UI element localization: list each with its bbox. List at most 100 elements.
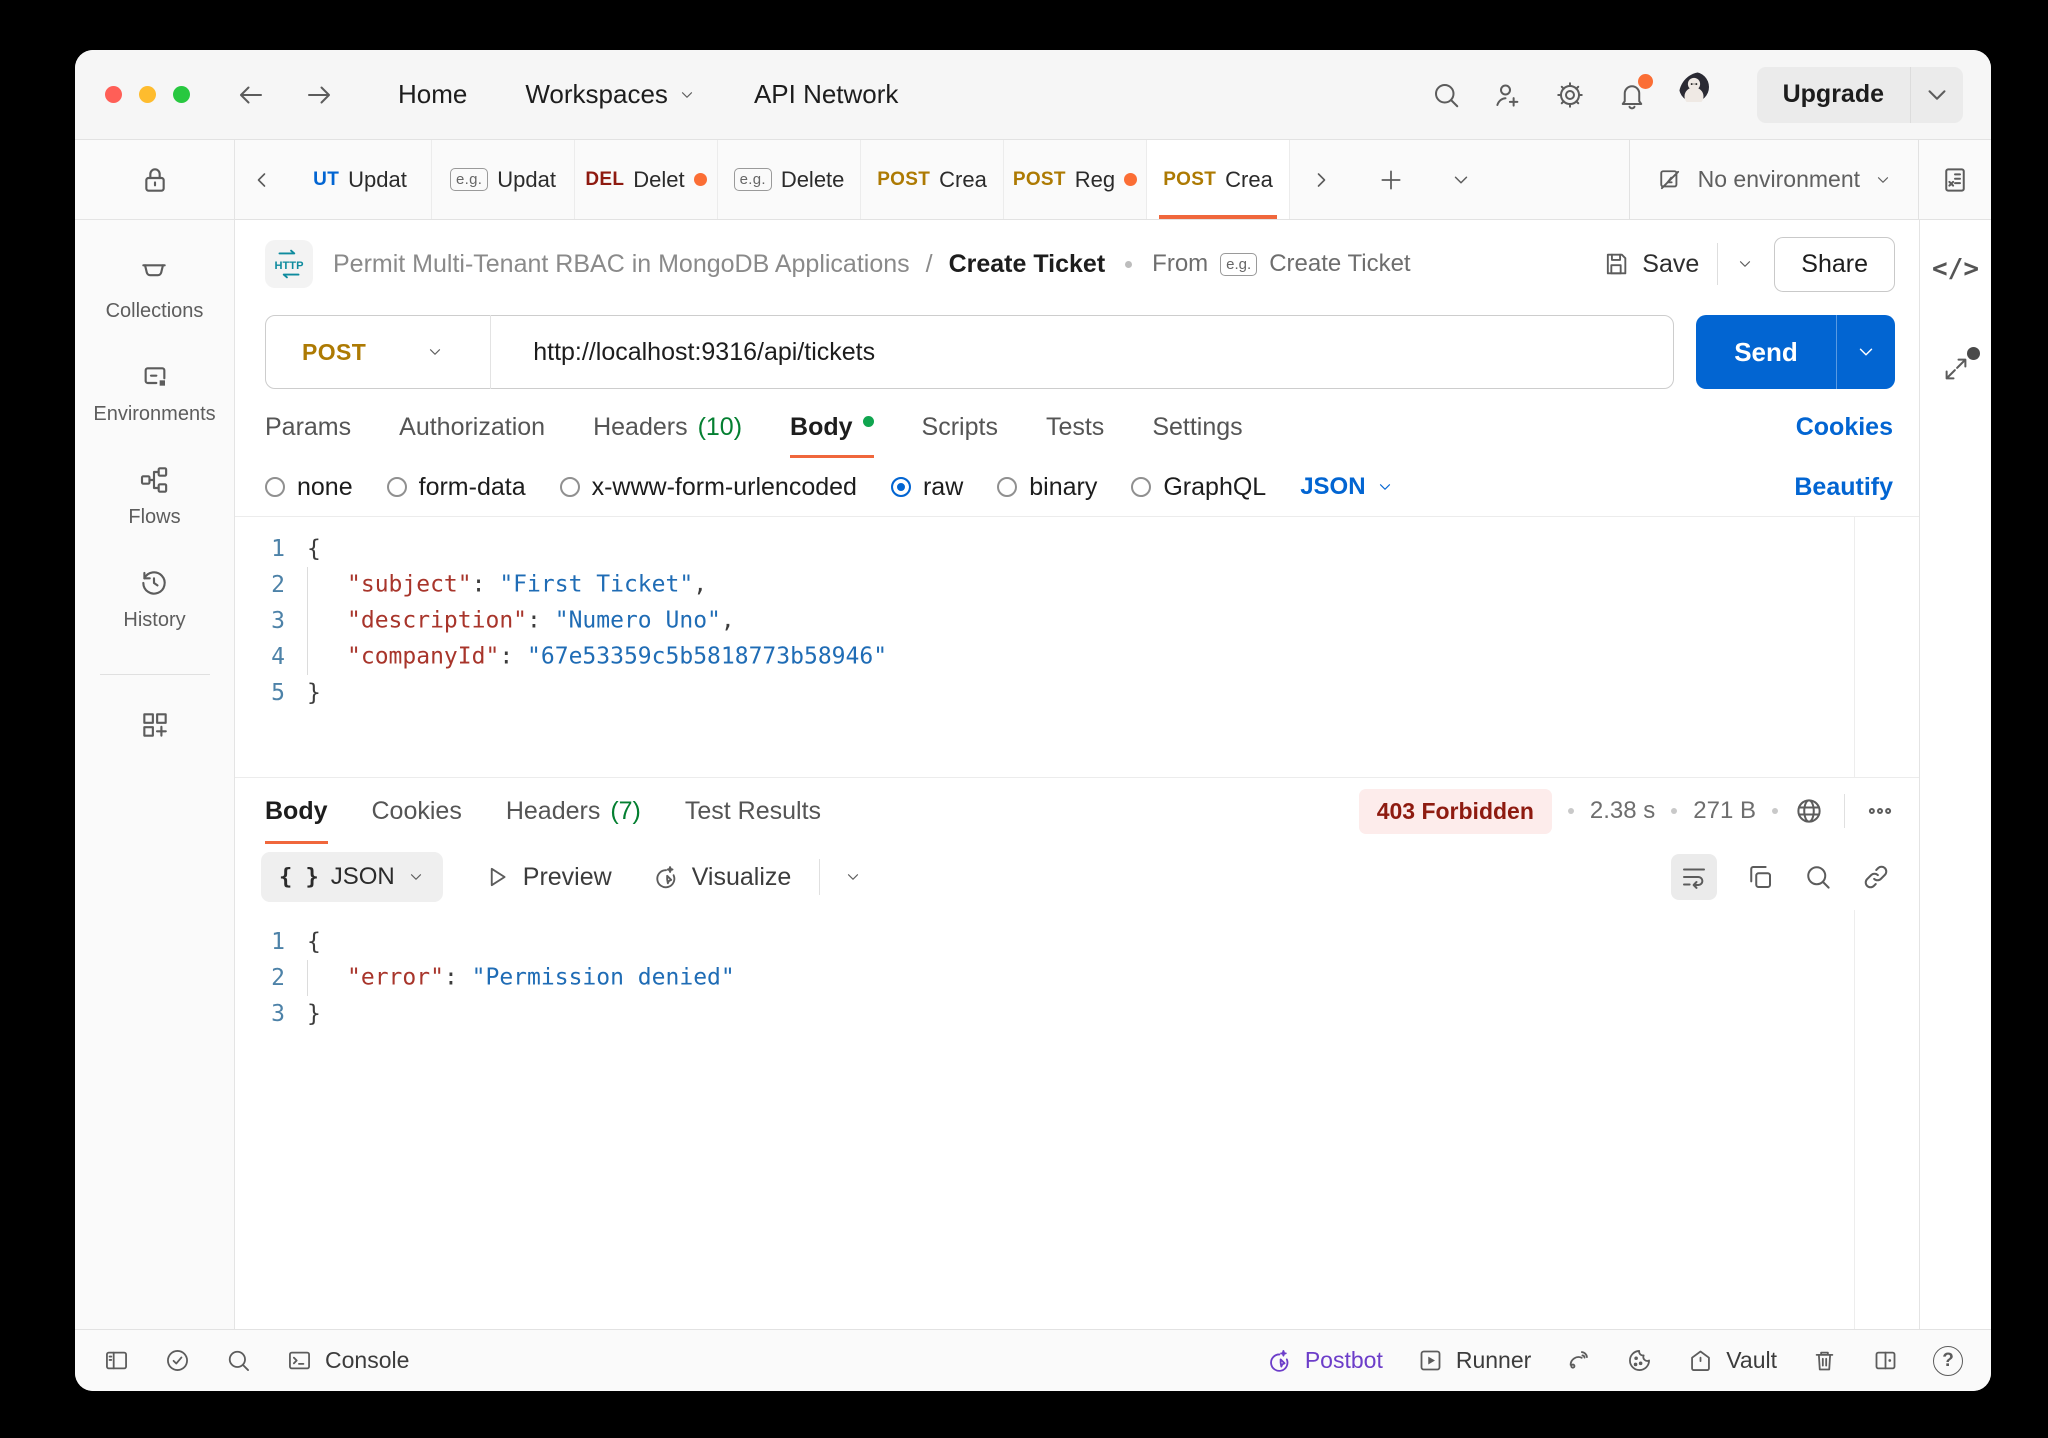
upgrade-dropdown-icon[interactable] (1911, 80, 1963, 110)
response-body-editor[interactable]: 1{2 "error": "Permission denied" 3} (235, 910, 1919, 1329)
cookies-link[interactable]: Cookies (1796, 413, 1893, 442)
zoom-window-button[interactable] (173, 86, 190, 103)
vault-button[interactable]: Vault (1687, 1347, 1777, 1374)
breadcrumb-request-name[interactable]: Create Ticket (949, 250, 1106, 279)
radio-binary[interactable]: binary (997, 473, 1097, 502)
response-headers-count: (7) (610, 796, 641, 825)
response-time: 2.38 s (1589, 797, 1656, 824)
tab-response-cookies[interactable]: Cookies (372, 778, 462, 844)
toggle-sidebar-icon[interactable] (103, 1347, 130, 1374)
checklist-icon[interactable] (164, 1347, 191, 1374)
breadcrumb-collection[interactable]: Permit Multi-Tenant RBAC in MongoDB Appl… (333, 250, 910, 279)
tabs-scroll-left-icon[interactable] (235, 140, 289, 219)
code-snippet-icon[interactable]: </> (1932, 254, 1979, 284)
save-dropdown-icon[interactable] (1736, 255, 1754, 273)
request-tab-active[interactable]: POST Crea (1147, 140, 1290, 219)
capture-requests-icon[interactable] (1565, 1347, 1592, 1374)
visualize-button[interactable]: Visualize (652, 863, 791, 892)
wrap-lines-icon[interactable] (1671, 854, 1717, 900)
tab-tests[interactable]: Tests (1046, 396, 1104, 458)
radio-raw[interactable]: raw (890, 473, 963, 502)
help-icon[interactable]: ? (1933, 1345, 1963, 1376)
send-button[interactable]: Send (1696, 315, 1895, 389)
preview-button[interactable]: Preview (483, 863, 612, 892)
runner-button[interactable]: Runner (1417, 1347, 1531, 1374)
environment-selector[interactable]: No environment (1630, 140, 1918, 219)
notifications-bell-icon[interactable] (1617, 73, 1653, 110)
tab-params[interactable]: Params (265, 396, 351, 458)
copy-icon[interactable] (1745, 862, 1775, 892)
trash-icon[interactable] (1811, 1347, 1838, 1374)
expand-panel-icon[interactable] (1941, 347, 1980, 384)
code-line: 1{ (235, 924, 1919, 960)
back-arrow-icon[interactable] (236, 80, 266, 110)
tab-headers[interactable]: Headers (10) (593, 396, 742, 458)
search-icon[interactable] (1431, 80, 1461, 110)
tab-test-results[interactable]: Test Results (685, 778, 821, 844)
send-dropdown-icon[interactable] (1837, 315, 1895, 389)
lock-icon[interactable] (139, 164, 171, 196)
status-badge[interactable]: 403 Forbidden (1358, 788, 1552, 834)
response-format-selector[interactable]: { } JSON (261, 852, 443, 902)
invite-user-icon[interactable] (1493, 80, 1523, 110)
cookies-icon[interactable] (1626, 1347, 1653, 1374)
url-field[interactable]: POST http://localhost:9316/api/tickets (265, 315, 1674, 389)
network-globe-icon[interactable] (1794, 796, 1824, 826)
request-tab[interactable]: UT Updat (289, 140, 432, 219)
request-body-editor[interactable]: 1{2 "subject": "First Ticket", 3 "descripti… (235, 516, 1919, 778)
breadcrumb-separator: / (925, 249, 933, 278)
response-more-options-icon[interactable] (1865, 796, 1895, 826)
tab-authorization[interactable]: Authorization (399, 396, 545, 458)
postbot-button[interactable]: Postbot (1266, 1347, 1383, 1374)
link-icon[interactable] (1861, 862, 1891, 892)
upgrade-button[interactable]: Upgrade (1756, 66, 1963, 123)
radio-x-www-form-urlencoded[interactable]: x-www-form-urlencoded (559, 473, 857, 502)
method-selector[interactable]: POST (302, 339, 366, 366)
split-panes-icon[interactable] (1872, 1347, 1899, 1374)
sidebar-item-collections[interactable]: Collections (106, 258, 203, 323)
console-button[interactable]: Console (286, 1347, 409, 1374)
line-number: 5 (271, 680, 285, 706)
language-selector[interactable]: JSON (1300, 473, 1393, 501)
method-dropdown-icon[interactable] (426, 343, 444, 361)
request-tab[interactable]: POST Crea (861, 140, 1004, 219)
beautify-link[interactable]: Beautify (1794, 473, 1893, 502)
tab-response-headers[interactable]: Headers (7) (506, 778, 641, 844)
radio-icon (386, 477, 407, 497)
new-tab-icon[interactable] (1360, 167, 1422, 193)
environment-quick-look-icon[interactable] (1919, 140, 1991, 219)
tab-body[interactable]: Body (790, 396, 874, 458)
tabs-scroll-right-icon[interactable] (1290, 168, 1352, 192)
svg-text:HTTP: HTTP (274, 260, 304, 272)
nav-home[interactable]: Home (398, 79, 467, 110)
tab-scripts[interactable]: Scripts (922, 396, 998, 458)
nav-api-network[interactable]: API Network (754, 79, 899, 110)
search-response-icon[interactable] (1803, 862, 1833, 892)
response-view-dropdown-icon[interactable] (844, 868, 862, 886)
forward-arrow-icon[interactable] (304, 80, 334, 110)
url-input[interactable]: http://localhost:9316/api/tickets (533, 338, 875, 367)
close-window-button[interactable] (105, 86, 122, 103)
radio-graphql[interactable]: GraphQL (1131, 473, 1266, 502)
radio-form-data[interactable]: form-data (386, 473, 526, 502)
sidebar-item-history[interactable]: History (123, 567, 186, 632)
request-tab[interactable]: e.g. Delete (718, 140, 861, 219)
request-tab[interactable]: e.g. Updat (432, 140, 575, 219)
request-tab[interactable]: POST Reg (1004, 140, 1147, 219)
radio-none[interactable]: none (265, 473, 353, 502)
nav-workspaces[interactable]: Workspaces (525, 79, 696, 110)
tab-settings[interactable]: Settings (1152, 396, 1242, 458)
avatar[interactable] (1678, 71, 1725, 118)
request-tab[interactable]: DEL Delet (575, 140, 718, 219)
sidebar-add-module-button[interactable] (139, 709, 171, 741)
sidebar-item-environments[interactable]: Environments (93, 361, 216, 426)
find-icon[interactable] (225, 1347, 252, 1374)
settings-gear-icon[interactable] (1555, 80, 1585, 110)
save-button[interactable]: Save (1602, 250, 1699, 279)
minimize-window-button[interactable] (139, 86, 156, 103)
share-button[interactable]: Share (1774, 236, 1895, 292)
sidebar-item-flows[interactable]: Flows (128, 464, 181, 529)
code-line: 2 "subject": "First Ticket", (235, 567, 1919, 603)
tab-options-chevron-icon[interactable] (1430, 169, 1492, 191)
tab-response-body[interactable]: Body (265, 778, 328, 844)
